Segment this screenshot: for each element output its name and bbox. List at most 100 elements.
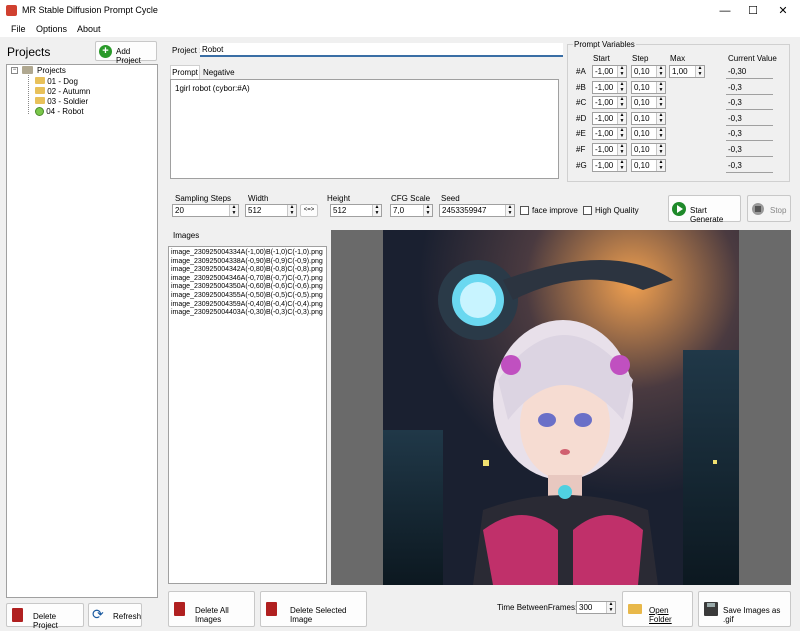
max-input-a[interactable]: 1,00 ▲ ▼ bbox=[669, 65, 705, 78]
spinner-arrows[interactable]: ▲ ▼ bbox=[617, 112, 626, 124]
spinner-arrows[interactable]: ▲ ▼ bbox=[617, 96, 626, 108]
height-input[interactable]: 512 ▲ ▼ bbox=[330, 204, 382, 217]
tree-item-robot[interactable]: 04 - Robot bbox=[35, 107, 84, 117]
tree-item-dog[interactable]: 01 - Dog bbox=[35, 77, 78, 86]
image-file-item[interactable]: image_230925004334A(-1,00)B(-1,0)C(-1,0)… bbox=[171, 249, 324, 258]
start-input-e[interactable]: -1,00 ▲ ▼ bbox=[592, 127, 627, 140]
start-input-a[interactable]: -1,00 ▲ ▼ bbox=[592, 65, 627, 78]
delete-selected-image-button[interactable]: Delete Selected Image bbox=[260, 591, 367, 627]
current-value-e: -0,3 bbox=[726, 128, 773, 141]
tab-prompt[interactable]: Prompt bbox=[170, 65, 200, 79]
refresh-button[interactable]: ⟳ Refresh bbox=[88, 603, 142, 627]
spinner-arrows[interactable]: ▲ ▼ bbox=[656, 96, 665, 108]
trash-icon bbox=[266, 602, 277, 616]
tree-item-autumn[interactable]: 02 - Autumn bbox=[35, 87, 90, 96]
image-file-item[interactable]: image_230925004355A(-0,50)B(-0,5)C(-0,5)… bbox=[171, 292, 324, 301]
start-generate-button[interactable]: Start Generate bbox=[668, 195, 741, 224]
header-current-value: Current Value bbox=[728, 54, 777, 63]
title-bar: MR Stable Diffusion Prompt Cycle — ☐ ✕ bbox=[0, 0, 800, 22]
start-input-b[interactable]: -1,00 ▲ ▼ bbox=[592, 81, 627, 94]
var-name-d: #D bbox=[576, 114, 587, 123]
image-file-item[interactable]: image_230925004359A(-0,40)B(-0,4)C(-0,4)… bbox=[171, 301, 324, 310]
high-quality-checkbox[interactable] bbox=[583, 206, 592, 215]
spinner-arrows[interactable]: ▲ ▼ bbox=[372, 204, 381, 216]
cfg-scale-label: CFG Scale bbox=[391, 194, 431, 203]
plus-icon: + bbox=[99, 45, 112, 58]
play-icon bbox=[672, 202, 686, 216]
spinner-arrows[interactable]: ▲ ▼ bbox=[656, 127, 665, 139]
collapse-icon[interactable]: − bbox=[11, 67, 18, 74]
start-input-g[interactable]: -1,00 ▲ ▼ bbox=[592, 159, 627, 172]
spinner-arrows[interactable]: ▲ ▼ bbox=[287, 204, 296, 216]
var-name-c: #C bbox=[576, 98, 587, 107]
menu-options[interactable]: Options bbox=[36, 24, 67, 34]
step-input-f[interactable]: 0,10 ▲ ▼ bbox=[631, 143, 666, 156]
image-file-item[interactable]: image_230925004403A(-0,30)B(-0,3)C(-0,3)… bbox=[171, 309, 324, 318]
folder-icon bbox=[628, 604, 642, 614]
tab-negative[interactable]: Negative bbox=[203, 68, 235, 77]
open-folder-button[interactable]: Open Folder bbox=[622, 591, 693, 627]
step-input-d[interactable]: 0,10 ▲ ▼ bbox=[631, 112, 666, 125]
close-button[interactable]: ✕ bbox=[768, 0, 798, 22]
save-gif-button[interactable]: Save Images as .gif bbox=[698, 591, 791, 627]
face-improve-label: face improve bbox=[532, 206, 578, 215]
spinner-arrows[interactable]: ▲ ▼ bbox=[656, 81, 665, 93]
step-input-c[interactable]: 0,10 ▲ ▼ bbox=[631, 96, 666, 109]
step-input-b[interactable]: 0,10 ▲ ▼ bbox=[631, 81, 666, 94]
width-label: Width bbox=[248, 194, 269, 203]
projects-title: Projects bbox=[7, 45, 51, 59]
start-input-f[interactable]: -1,00 ▲ ▼ bbox=[592, 143, 627, 156]
cfg-scale-input[interactable]: 7,0 ▲ ▼ bbox=[390, 204, 433, 217]
spinner-arrows[interactable]: ▲ ▼ bbox=[606, 601, 615, 613]
spinner-arrows[interactable]: ▲ ▼ bbox=[617, 81, 626, 93]
step-input-g[interactable]: 0,10 ▲ ▼ bbox=[631, 159, 666, 172]
image-file-list[interactable]: image_230925004334A(-1,00)B(-1,0)C(-1,0)… bbox=[168, 246, 327, 584]
prompt-textarea[interactable]: 1girl robot (cybor:#A) bbox=[170, 79, 559, 179]
spinner-arrows[interactable]: ▲ ▼ bbox=[229, 204, 238, 216]
delete-all-images-button[interactable]: Delete All Images bbox=[168, 591, 255, 627]
spinner-arrows[interactable]: ▲ ▼ bbox=[656, 143, 665, 155]
menu-about[interactable]: About bbox=[77, 24, 101, 34]
spinner-arrows[interactable]: ▲ ▼ bbox=[656, 159, 665, 171]
spinner-arrows[interactable]: ▲ ▼ bbox=[656, 112, 665, 124]
menu-file[interactable]: File bbox=[11, 24, 26, 34]
tree-connector bbox=[28, 75, 29, 114]
image-file-item[interactable]: image_230925004350A(-0,60)B(-0,6)C(-0,6)… bbox=[171, 283, 324, 292]
image-file-item[interactable]: image_230925004342A(-0,80)B(-0,8)C(-0,8)… bbox=[171, 266, 324, 275]
project-name-input[interactable]: Robot bbox=[200, 43, 563, 57]
face-improve-checkbox[interactable] bbox=[520, 206, 529, 215]
image-file-item[interactable]: image_230925004346A(-0,70)B(-0,7)C(-0,7)… bbox=[171, 275, 324, 284]
tree-root-label[interactable]: Projects bbox=[37, 66, 66, 75]
window-title: MR Stable Diffusion Prompt Cycle bbox=[22, 5, 158, 15]
sampling-steps-input[interactable]: 20 ▲ ▼ bbox=[172, 204, 239, 217]
maximize-button[interactable]: ☐ bbox=[738, 0, 768, 22]
swap-dimensions-button[interactable]: <=> bbox=[300, 204, 318, 217]
spinner-arrows[interactable]: ▲ ▼ bbox=[617, 143, 626, 155]
spinner-arrows[interactable]: ▲ ▼ bbox=[617, 127, 626, 139]
delete-project-button[interactable]: Delete Project bbox=[6, 603, 84, 630]
spinner-arrows[interactable]: ▲ ▼ bbox=[423, 204, 432, 216]
spinner-arrows[interactable]: ▲ ▼ bbox=[617, 159, 626, 171]
save-icon bbox=[704, 602, 718, 616]
tree-item-soldier[interactable]: 03 - Soldier bbox=[35, 97, 88, 106]
start-input-d[interactable]: -1,00 ▲ ▼ bbox=[592, 112, 627, 125]
project-tree[interactable]: − Projects 01 - Dog 02 - Autumn 03 - Sol… bbox=[6, 64, 158, 598]
width-input[interactable]: 512 ▲ ▼ bbox=[245, 204, 297, 217]
sampling-steps-label: Sampling Steps bbox=[175, 194, 232, 203]
seed-input[interactable]: 2453359947 ▲ ▼ bbox=[439, 204, 515, 217]
step-input-a[interactable]: 0,10 ▲ ▼ bbox=[631, 65, 666, 78]
header-start: Start bbox=[593, 54, 610, 63]
add-project-button[interactable]: + Add Project bbox=[95, 41, 157, 65]
minimize-button[interactable]: — bbox=[710, 0, 740, 22]
start-input-c[interactable]: -1,00 ▲ ▼ bbox=[592, 96, 627, 109]
image-file-item[interactable]: image_230925004338A(-0,90)B(-0,9)C(-0,9)… bbox=[171, 258, 324, 267]
spinner-arrows[interactable]: ▲ ▼ bbox=[617, 65, 626, 77]
time-between-frames-input[interactable]: 300 ▲ ▼ bbox=[576, 601, 616, 614]
spinner-arrows[interactable]: ▲ ▼ bbox=[505, 204, 514, 216]
stop-button[interactable]: Stop bbox=[747, 195, 791, 222]
seed-label: Seed bbox=[441, 194, 460, 203]
spinner-arrows[interactable]: ▲ ▼ bbox=[656, 65, 665, 77]
step-input-e[interactable]: 0,10 ▲ ▼ bbox=[631, 127, 666, 140]
stop-icon bbox=[752, 203, 764, 215]
spinner-arrows[interactable]: ▲ ▼ bbox=[695, 65, 704, 77]
